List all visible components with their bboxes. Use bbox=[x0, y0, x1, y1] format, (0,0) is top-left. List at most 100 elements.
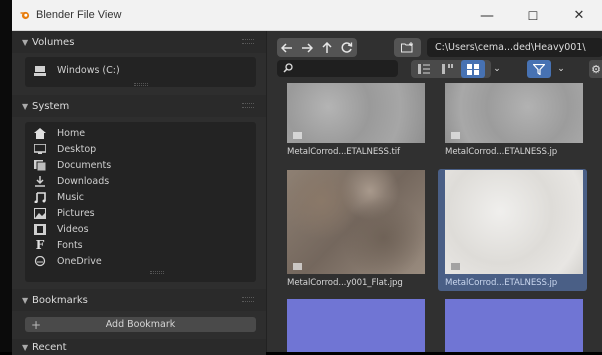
documents-icon bbox=[33, 159, 47, 171]
texture-preview-image bbox=[287, 170, 425, 274]
system-panel-header[interactable]: ▼ System bbox=[12, 95, 266, 117]
chevron-down-icon: ⌄ bbox=[557, 64, 565, 74]
drag-grip-icon[interactable] bbox=[242, 103, 254, 108]
image-file-icon bbox=[293, 263, 302, 270]
sidebar-item-downloads[interactable]: Downloads bbox=[33, 173, 109, 189]
texture-preview-image bbox=[445, 299, 583, 352]
system-list: Home Desktop Documents Downloads Music P… bbox=[25, 122, 256, 282]
recent-panel-header[interactable]: ▼ Recent bbox=[12, 339, 266, 355]
texture-preview-image bbox=[287, 299, 425, 352]
list-resize-handle[interactable] bbox=[134, 83, 148, 86]
file-view-window: Blender File View — ☐ ✕ ▼ Volumes Window… bbox=[12, 0, 602, 355]
vertical-list-button[interactable] bbox=[413, 60, 435, 78]
new-folder-icon bbox=[401, 42, 413, 53]
plus-icon: + bbox=[30, 317, 42, 332]
file-thumbnail[interactable] bbox=[287, 299, 425, 352]
file-name-label: MetalCorrod...ETALNESS.tif bbox=[287, 147, 400, 157]
minimize-button[interactable]: — bbox=[464, 0, 510, 31]
texture-preview-image bbox=[287, 83, 425, 143]
sidebar-item-label: Pictures bbox=[57, 207, 95, 219]
sidebar-item-desktop[interactable]: Desktop bbox=[33, 141, 96, 157]
chevron-down-icon: ⌄ bbox=[493, 64, 501, 74]
drag-grip-icon[interactable] bbox=[242, 39, 254, 44]
directory-path-text: C:\Users\cema...ded\Heavy001\ bbox=[435, 42, 586, 53]
volumes-header-label: Volumes bbox=[32, 36, 75, 48]
add-bookmark-label: Add Bookmark bbox=[105, 319, 176, 330]
music-icon bbox=[33, 191, 47, 203]
gear-icon: ⚙ bbox=[591, 62, 601, 76]
sidebar-item-label: Downloads bbox=[57, 175, 110, 187]
list-view-icon bbox=[418, 64, 430, 74]
volumes-list: Windows (C:) bbox=[25, 57, 256, 87]
list-resize-handle[interactable] bbox=[150, 271, 164, 274]
arrow-right-icon bbox=[302, 42, 313, 53]
close-button[interactable]: ✕ bbox=[556, 0, 602, 31]
blender-logo-icon bbox=[20, 11, 30, 20]
refresh-icon bbox=[341, 42, 353, 53]
file-thumbnail[interactable]: MetalCorrod...ETALNESS.jp bbox=[445, 83, 583, 157]
file-thumbnail[interactable] bbox=[445, 299, 583, 352]
texture-preview-image bbox=[445, 170, 583, 274]
new-folder-button[interactable] bbox=[394, 38, 421, 57]
filter-search-input[interactable] bbox=[277, 60, 398, 77]
sidebar-item-home[interactable]: Home bbox=[33, 125, 85, 141]
filter-toggle-button[interactable] bbox=[527, 60, 551, 78]
sidebar-item-label: Documents bbox=[57, 159, 112, 171]
refresh-button[interactable] bbox=[337, 38, 357, 57]
bookmarks-panel-header[interactable]: ▼ Bookmarks bbox=[12, 289, 266, 311]
file-thumbnail[interactable]: MetalCorrod...ETALNESS.tif bbox=[287, 83, 425, 157]
chevron-down-icon: ▼ bbox=[22, 101, 29, 111]
directory-path-field[interactable]: C:\Users\cema...ded\Heavy001\ bbox=[427, 38, 602, 57]
sidebar-item-label: Videos bbox=[57, 223, 89, 235]
thumbnails-view-button[interactable] bbox=[461, 60, 485, 78]
search-icon bbox=[283, 63, 293, 73]
filter-settings-dropdown[interactable]: ⌄ bbox=[553, 60, 569, 78]
maximize-icon: ☐ bbox=[527, 8, 539, 23]
close-icon: ✕ bbox=[573, 8, 585, 23]
horizontal-list-button[interactable] bbox=[437, 60, 459, 78]
sidebar-item-windows-c[interactable]: Windows (C:) bbox=[33, 62, 120, 78]
maximize-button[interactable]: ☐ bbox=[510, 0, 556, 31]
add-bookmark-button[interactable]: + Add Bookmark bbox=[25, 317, 256, 332]
onedrive-icon bbox=[33, 255, 47, 267]
display-settings-dropdown[interactable]: ⌄ bbox=[489, 60, 505, 78]
settings-button[interactable]: ⚙ bbox=[589, 60, 602, 78]
arrow-left-icon bbox=[281, 42, 292, 53]
filter-icon bbox=[533, 63, 545, 75]
drive-icon bbox=[33, 64, 47, 76]
chevron-down-icon: ▼ bbox=[22, 295, 29, 305]
sidebar-item-videos[interactable]: Videos bbox=[33, 221, 89, 237]
screen-edge bbox=[0, 0, 12, 352]
pictures-icon bbox=[33, 207, 47, 219]
sidebar-item-label: Desktop bbox=[57, 143, 97, 155]
file-thumbnail-selected[interactable]: MetalCorrod...ETALNESS.jp bbox=[445, 170, 583, 288]
sidebar-item-music[interactable]: Music bbox=[33, 189, 84, 205]
sidebar-item-fonts[interactable]: F Fonts bbox=[33, 237, 83, 253]
sidebar-item-onedrive[interactable]: OneDrive bbox=[33, 253, 102, 269]
forward-button[interactable] bbox=[297, 38, 317, 57]
back-button[interactable] bbox=[277, 38, 297, 57]
download-icon bbox=[33, 175, 47, 187]
title-bar: Blender File View — ☐ ✕ bbox=[12, 0, 602, 31]
fonts-icon: F bbox=[35, 238, 45, 252]
image-file-icon bbox=[451, 263, 460, 270]
sidebar-item-documents[interactable]: Documents bbox=[33, 157, 111, 173]
image-file-icon bbox=[451, 132, 460, 139]
parent-directory-button[interactable] bbox=[317, 38, 337, 57]
file-name-label: MetalCorrod...y001_Flat.jpg bbox=[287, 278, 403, 288]
system-header-label: System bbox=[32, 100, 70, 112]
image-file-icon bbox=[293, 132, 302, 139]
file-thumbnail[interactable]: MetalCorrod...y001_Flat.jpg bbox=[287, 170, 425, 288]
sidebar: ▼ Volumes Windows (C:) ▼ System Home Des… bbox=[12, 31, 266, 355]
recent-header-label: Recent bbox=[32, 341, 67, 353]
sidebar-item-label: Windows (C:) bbox=[57, 64, 120, 76]
chevron-down-icon: ▼ bbox=[22, 342, 29, 352]
volumes-panel-header[interactable]: ▼ Volumes bbox=[12, 31, 266, 53]
texture-preview-image bbox=[445, 83, 583, 143]
sidebar-item-label: OneDrive bbox=[57, 255, 102, 267]
drag-grip-icon[interactable] bbox=[242, 297, 254, 302]
sidebar-item-label: Home bbox=[57, 127, 86, 139]
home-icon bbox=[33, 127, 47, 139]
sidebar-item-pictures[interactable]: Pictures bbox=[33, 205, 95, 221]
file-browser-area: C:\Users\cema...ded\Heavy001\ ⌄ ⌄ ⚙ Meta… bbox=[266, 31, 602, 352]
